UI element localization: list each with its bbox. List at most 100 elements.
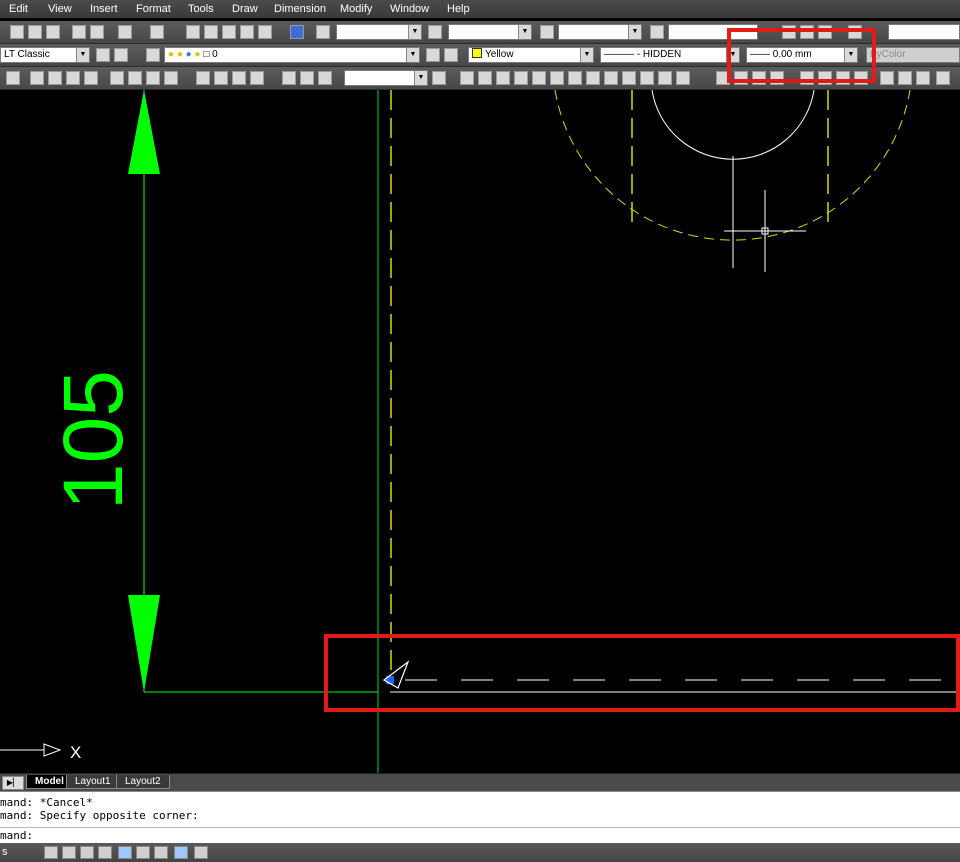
chevron-down-icon[interactable]: ▼ [580,48,593,62]
menu-window[interactable]: Window [390,2,429,16]
properties-icon[interactable] [186,25,200,39]
color-combo[interactable]: Yellow ▼ [468,47,594,63]
print-icon[interactable] [10,25,24,39]
polygon-icon[interactable] [514,71,528,85]
toolpalette-icon[interactable] [222,25,236,39]
menu-tools[interactable]: Tools [188,2,214,16]
dyn-toggle[interactable] [154,846,168,859]
otrack-toggle[interactable] [136,846,150,859]
grid-toggle[interactable] [62,846,76,859]
dim-update-icon[interactable] [318,71,332,85]
ucs-arrow-icon [43,743,62,757]
help-icon[interactable] [290,25,304,39]
bulb-icon: ● [168,49,175,60]
dim-radius-icon[interactable] [30,71,44,85]
undo-icon[interactable] [118,25,132,39]
menu-help[interactable]: Help [447,2,470,16]
menu-draw[interactable]: Draw [232,2,258,16]
tolerance-icon[interactable] [196,71,210,85]
designcenter-icon[interactable] [204,25,218,39]
rotate-icon[interactable] [916,71,930,85]
chevron-down-icon[interactable]: ▼ [408,25,421,39]
array-icon[interactable] [880,71,894,85]
layer-combo[interactable]: ● ● ● ● □ 0 ▼ [164,47,420,63]
chevron-down-icon[interactable]: ▼ [628,25,641,39]
circle-icon[interactable] [568,71,582,85]
chevron-down-icon[interactable]: ▼ [76,48,89,62]
linetype-combo[interactable]: ——— - HIDDEN ▼ [600,47,740,63]
layer-manager-icon[interactable] [114,48,128,62]
mleader-style-icon[interactable] [650,25,664,39]
dim-style-manager-icon[interactable] [432,71,446,85]
dim-style-combo[interactable]: ▼ [448,24,532,40]
osnap-toggle[interactable] [118,846,132,859]
snap-toggle[interactable] [44,846,58,859]
lwt-toggle[interactable] [174,846,188,859]
layer-states-icon[interactable] [146,48,160,62]
command-prompt[interactable]: mand: [0,829,33,842]
match-icon[interactable] [72,25,86,39]
dim-baseline-icon[interactable] [110,71,124,85]
polyline-icon[interactable] [496,71,510,85]
menu-format[interactable]: Format [136,2,171,16]
quick-props-toggle[interactable] [194,846,208,859]
publish-icon[interactable] [46,25,60,39]
dim-break-icon[interactable] [164,71,178,85]
dim-style-combo-2[interactable]: ▼ [344,70,428,86]
table-style-combo[interactable]: ▼ [558,24,642,40]
center-mark-icon[interactable] [214,71,228,85]
menu-view[interactable]: View [48,2,72,16]
tab-layout2[interactable]: Layout2 [116,775,170,789]
make-current-icon[interactable] [426,48,440,62]
workspace-combo[interactable]: LT Classic ▼ [0,47,90,63]
rectangle-icon[interactable] [532,71,546,85]
dim-continue-icon[interactable] [128,71,142,85]
make-block-icon[interactable] [658,71,672,85]
table-style-icon[interactable] [540,25,554,39]
insert-block-icon[interactable] [640,71,654,85]
preview-icon[interactable] [28,25,42,39]
construction-line-icon[interactable] [478,71,492,85]
paint-icon[interactable] [90,25,104,39]
dim-jogged-icon[interactable] [48,71,62,85]
sheetset-icon[interactable] [240,25,254,39]
workspace-settings-icon[interactable] [96,48,110,62]
chevron-down-icon[interactable]: ▼ [414,71,427,85]
menu-edit[interactable]: Edit [9,2,28,16]
spline-icon[interactable] [604,71,618,85]
text-style-combo[interactable]: ▼ [336,24,422,40]
dim-text-edit-icon[interactable] [300,71,314,85]
arc-icon[interactable] [550,71,564,85]
tab-layout1[interactable]: Layout1 [66,775,120,789]
dim-style-icon[interactable] [428,25,442,39]
dim-diameter-icon[interactable] [66,71,80,85]
menu-dimension[interactable]: Dimension [274,2,326,16]
jogged-linear-icon[interactable] [250,71,264,85]
scale-icon[interactable] [936,71,950,85]
layer-previous-icon[interactable] [444,48,458,62]
lineweight-highlight-box [727,28,876,83]
chevron-down-icon[interactable]: ▼ [518,25,531,39]
polar-toggle[interactable] [98,846,112,859]
menu-modify[interactable]: Modify [340,2,372,16]
dim-angular-icon[interactable] [84,71,98,85]
menu-insert[interactable]: Insert [90,2,118,16]
dimension-text[interactable]: 105 [46,370,140,510]
ortho-toggle[interactable] [80,846,94,859]
redo-icon[interactable] [150,25,164,39]
dim-edit-icon[interactable] [282,71,296,85]
point-icon[interactable] [676,71,690,85]
ellipse-icon[interactable] [622,71,636,85]
inspect-icon[interactable] [232,71,246,85]
revcloud-icon[interactable] [586,71,600,85]
dim-space-icon[interactable] [146,71,160,85]
dim-linear-icon[interactable] [6,71,20,85]
calculator-icon[interactable] [258,25,272,39]
workspace-right-combo[interactable] [888,24,960,40]
text-style-icon[interactable] [316,25,330,39]
layout-tabbar: ▶▏ Model Layout1 Layout2 [0,773,960,791]
chevron-down-icon[interactable]: ▼ [406,48,419,62]
tab-scroll-icon[interactable]: ▶▏ [2,776,24,790]
line-icon[interactable] [460,71,474,85]
move-icon[interactable] [898,71,912,85]
